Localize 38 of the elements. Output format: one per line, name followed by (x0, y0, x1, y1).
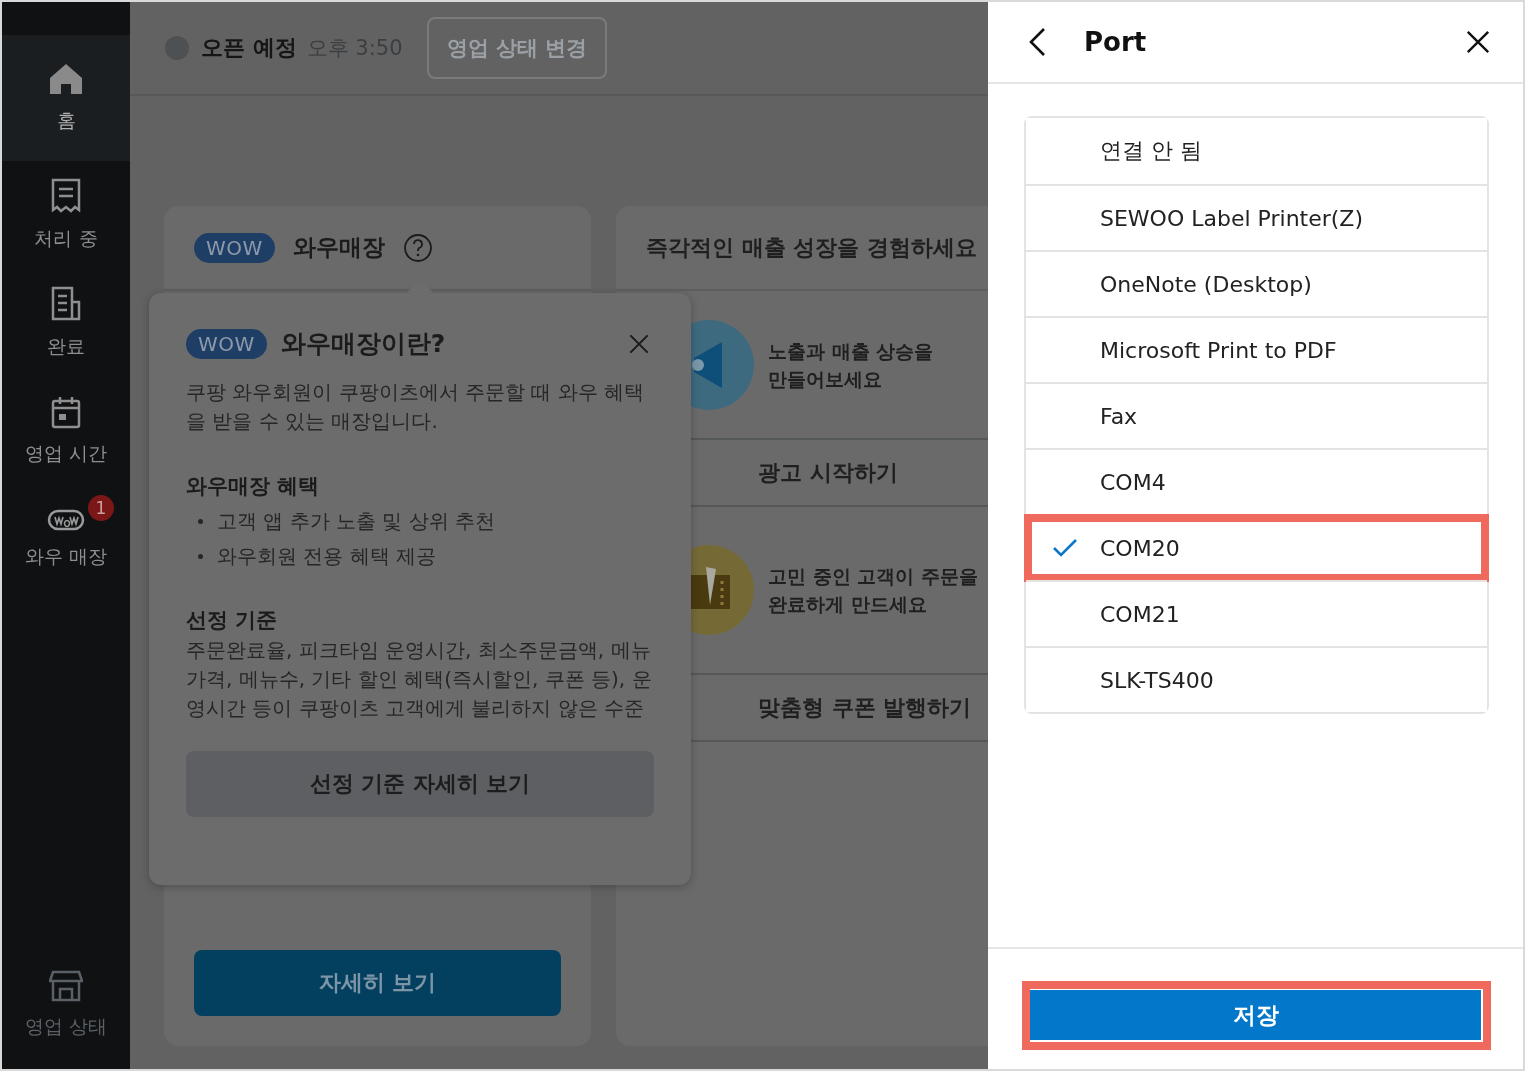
sidebar-item[interactable]: 처리 중 (2, 161, 130, 269)
calendar-icon (50, 395, 82, 429)
panel-title: Port (1084, 27, 1147, 57)
save-button[interactable]: 저장 (1030, 990, 1481, 1040)
section-title: 선정 기준 (186, 607, 279, 634)
section-title: 와우매장 혜택 (186, 473, 321, 500)
store-icon (49, 970, 83, 1002)
sidebar-item[interactable]: 완료 (2, 269, 130, 377)
home-icon (48, 62, 84, 96)
close-icon (1465, 29, 1491, 55)
notification-badge: 1 (88, 495, 114, 521)
promo-text: 고민 중인 고객이 주문을 완료하게 만드세요 (768, 564, 978, 617)
criteria-text: 주문완료율, 피크타임 운영시간, 최소주문금액, 메뉴가격, 메뉴수, 기타 할인 혜택(즉시할인, 쿠폰 등), 운영시간 등이 쿠팡이츠 고객에게 불리하지 않은 수준 (186, 637, 653, 722)
sidebar-item[interactable]: 홈 (2, 35, 130, 161)
popover-description: 쿠팡 와우회원이 쿠팡이츠에서 주문할 때 와우 혜택을 받을 수 있는 매장입니다. (186, 379, 646, 435)
port-option[interactable]: SLK-TS400 (1026, 646, 1487, 712)
document-icon (50, 286, 82, 322)
bullet-icon (198, 519, 203, 524)
check-icon (1052, 537, 1078, 559)
store-status: 오픈 예정 (201, 34, 297, 62)
close-icon (628, 332, 650, 355)
bullet-icon (198, 554, 203, 559)
wow-badge: WOW (186, 328, 267, 359)
card-title: 즉각적인 매출 성장을 경험하세요 (646, 233, 977, 262)
wow-icon (47, 508, 85, 532)
card-title: 와우매장 (292, 233, 385, 262)
benefit-text: 와우회원 전용 혜택 제공 (217, 543, 437, 570)
wow-badge: WOW (194, 232, 275, 263)
sidebar-item[interactable]: 영업 시간 (2, 377, 130, 485)
benefit-text: 고객 앱 추가 노출 및 상위 추천 (217, 508, 496, 535)
help-icon[interactable] (402, 232, 433, 263)
popover-title: 와우매장이란? (280, 328, 446, 360)
details-button[interactable]: 자세히 보기 (194, 950, 561, 1016)
receipt-icon (50, 178, 82, 214)
port-option[interactable]: COM20 (1026, 514, 1487, 580)
promo-text: 노출과 매출 상승을 만들어보세요 (768, 338, 934, 392)
chevron-left-icon (1028, 27, 1046, 57)
sidebar-item[interactable]: 와우 매장 1 (2, 485, 130, 593)
